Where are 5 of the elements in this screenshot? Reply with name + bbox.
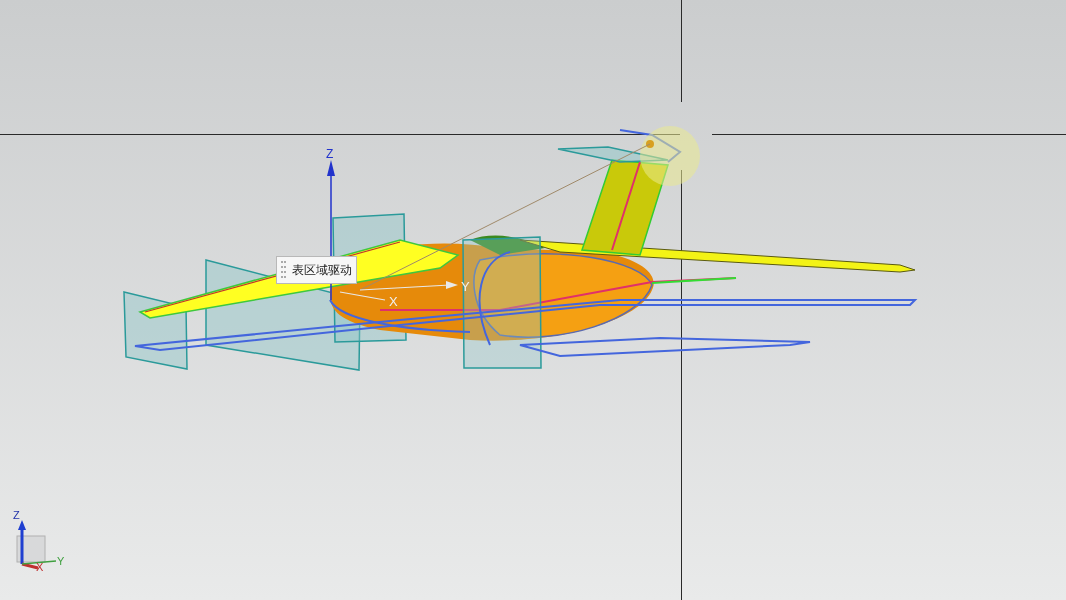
axis-label: Z [326,147,334,161]
tooltip-text: 表区域驱动 [292,262,352,279]
grip-icon [281,260,286,280]
axis-label: X [389,294,398,309]
view-triad-drawing: Z X Y [8,506,68,572]
